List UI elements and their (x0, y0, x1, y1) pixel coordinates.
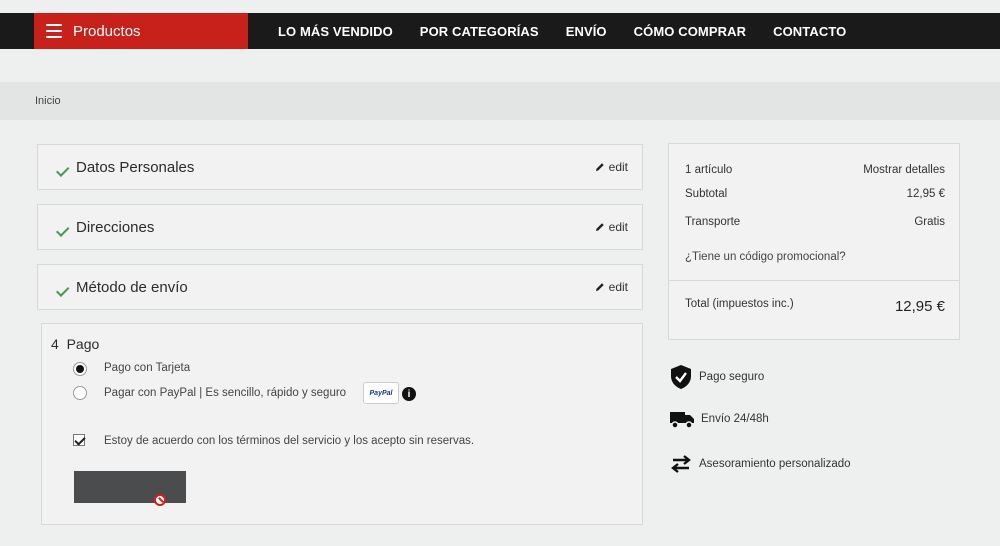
paypal-label[interactable]: Pagar con PayPal | Es sencillo, rápido y… (104, 387, 346, 399)
subtotal-value: 12,95 € (906, 188, 945, 200)
items-row: 1 artículo Mostrar detalles (685, 164, 945, 176)
promo-code-link[interactable]: ¿Tiene un código promocional? (685, 251, 846, 263)
products-menu-button[interactable]: Productos (34, 13, 248, 49)
step-personal-data: Datos Personales edit (37, 144, 643, 190)
edit-shipping-link[interactable]: edit (595, 280, 628, 294)
pencil-icon (595, 283, 604, 291)
shipping-label: Transporte (685, 216, 741, 228)
terms-label[interactable]: Estoy de acuerdo con los términos del se… (104, 435, 474, 447)
subtotal-row: Subtotal 12,95 € (685, 188, 945, 200)
products-menu-label: Productos (73, 22, 141, 40)
nav-shipping[interactable]: ENVÍO (566, 24, 607, 39)
advice-feature: Asesoramiento personalizado (669, 454, 851, 474)
hamburger-icon (46, 24, 62, 38)
step-title: Método de envío (76, 278, 188, 296)
payment-title: 4 Pago (51, 336, 99, 352)
shipping-feature-label: Envío 24/48h (701, 413, 769, 425)
shipping-value: Gratis (914, 216, 945, 228)
payment-heading: Pago (66, 336, 100, 352)
edit-label: edit (608, 160, 628, 174)
secure-payment-label: Pago seguro (699, 371, 765, 383)
payment-section: 4 Pago Pago con Tarjeta Pagar con PayPal… (41, 323, 643, 525)
nav-how-to-buy[interactable]: CÓMO COMPRAR (634, 24, 746, 39)
check-icon (52, 162, 66, 172)
total-value: 12,95 € (894, 298, 945, 315)
info-icon[interactable]: i (402, 387, 416, 401)
pencil-icon (595, 223, 604, 231)
breadcrumb-bar (0, 82, 1000, 120)
check-icon (52, 222, 66, 232)
secure-payment-feature: Pago seguro (669, 364, 764, 390)
step-number: 4 (51, 336, 59, 352)
step-title: Direcciones (76, 218, 155, 236)
show-details-link[interactable]: Mostrar detalles (863, 164, 945, 176)
summary-divider (669, 280, 959, 281)
shield-check-icon (671, 365, 691, 389)
advice-label: Asesoramiento personalizado (699, 458, 851, 470)
subtotal-label: Subtotal (685, 188, 728, 200)
items-count: 1 artículo (685, 164, 733, 176)
edit-personal-data-link[interactable]: edit (595, 160, 628, 174)
paypal-logo: PayPal (363, 382, 399, 404)
total-label: Total (impuestos inc.) (685, 298, 794, 310)
step-title: Datos Personales (76, 158, 195, 176)
check-icon (52, 282, 66, 292)
nav-categories[interactable]: POR CATEGORÍAS (420, 24, 539, 39)
step-addresses: Direcciones edit (37, 204, 643, 250)
not-allowed-icon (154, 494, 166, 506)
edit-label: edit (608, 280, 628, 294)
shipping-feature: Envío 24/48h (669, 408, 769, 430)
nav-contact[interactable]: CONTACTO (773, 24, 846, 39)
order-summary: 1 artículo Mostrar detalles Subtotal 12,… (668, 143, 960, 340)
nav-best-sellers[interactable]: LO MÁS VENDIDO (278, 24, 393, 39)
total-row: Total (impuestos inc.) 12,95 € (685, 298, 945, 315)
truck-icon (670, 412, 694, 429)
place-order-button[interactable] (74, 471, 186, 506)
breadcrumb-home[interactable]: Inicio (35, 95, 61, 107)
swap-arrows-icon (671, 455, 691, 473)
edit-addresses-link[interactable]: edit (595, 220, 628, 234)
shipping-row: Transporte Gratis (685, 216, 945, 228)
card-payment-radio[interactable] (73, 362, 87, 376)
main-nav: LO MÁS VENDIDO POR CATEGORÍAS ENVÍO CÓMO… (278, 13, 873, 49)
card-payment-label[interactable]: Pago con Tarjeta (104, 362, 190, 374)
paypal-radio[interactable] (73, 386, 87, 400)
step-shipping-method: Método de envío edit (37, 264, 643, 310)
terms-checkbox[interactable] (73, 434, 85, 446)
edit-label: edit (608, 220, 628, 234)
pencil-icon (595, 163, 604, 171)
